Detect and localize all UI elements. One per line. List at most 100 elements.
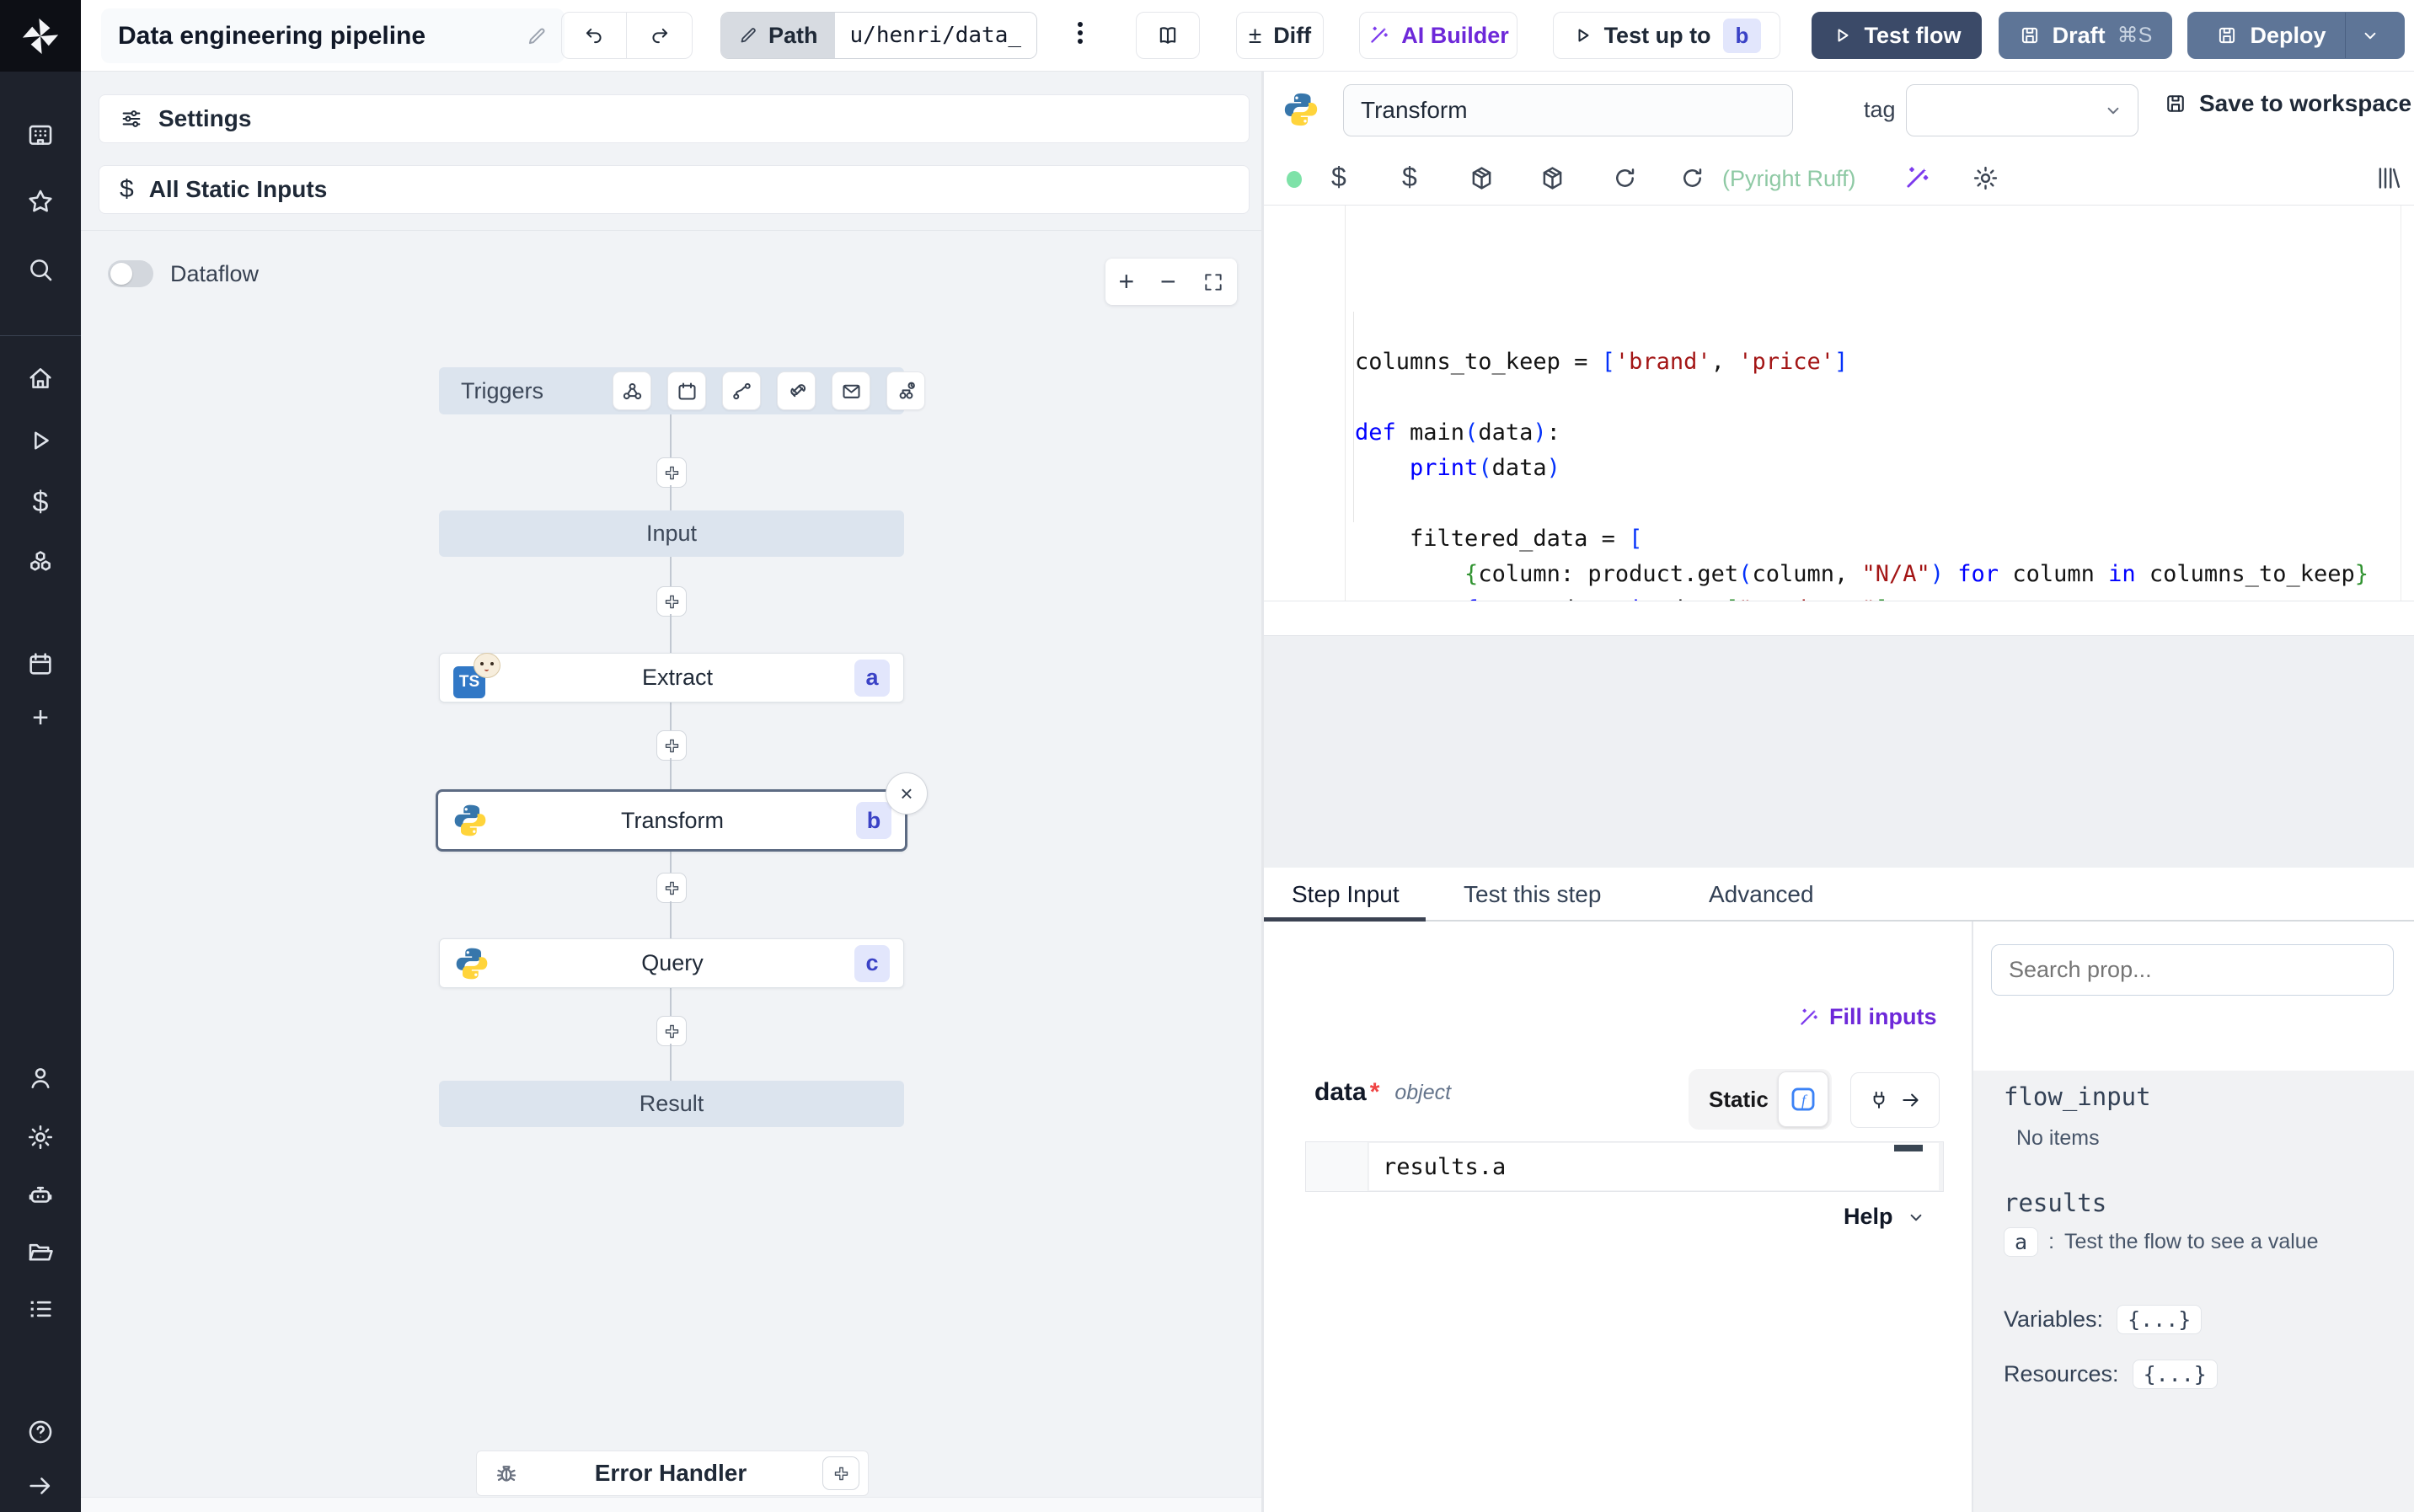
email-trigger-icon[interactable] [832, 371, 871, 410]
result-row[interactable]: a : Test the flow to see a value [2004, 1227, 2319, 1257]
path-label: Path [768, 22, 818, 48]
user-icon[interactable] [22, 1060, 59, 1097]
tab-advanced[interactable]: Advanced [1709, 881, 1814, 908]
code-editor[interactable]: columns_to_keep = ['brand', 'price'] def… [1264, 206, 2414, 729]
schedule-trigger-icon[interactable] [667, 371, 707, 410]
help-label: Help [1844, 1204, 1893, 1229]
diff-button[interactable]: ± Diff [1236, 12, 1324, 59]
undo-button[interactable] [562, 13, 627, 58]
test-up-to-button[interactable]: Test up to b [1553, 12, 1780, 59]
resources-cubes-icon[interactable] [22, 544, 59, 581]
fit-view-icon[interactable] [1202, 271, 1224, 293]
deploy-button[interactable]: Deploy [2197, 13, 2344, 58]
input-node[interactable]: Input [439, 510, 904, 557]
tab-test-this-step[interactable]: Test this step [1464, 881, 1601, 908]
step-tabs: Step Input Test this step Advanced [1264, 868, 2414, 922]
results-heading[interactable]: results [2004, 1189, 2106, 1217]
add-error-handler-button[interactable] [822, 1456, 859, 1490]
expression-content[interactable]: results.a [1369, 1143, 1939, 1190]
windmill-logo[interactable] [0, 0, 81, 72]
websocket-plug-trigger-icon[interactable] [777, 371, 816, 410]
variables-object-badge[interactable]: {...} [2117, 1305, 2203, 1334]
triggers-node[interactable]: Triggers [439, 367, 926, 414]
fill-inputs-button[interactable]: Fill inputs [1797, 1004, 1937, 1030]
delete-step-close-icon[interactable]: × [886, 772, 928, 815]
resources-object-badge[interactable]: {...} [2132, 1360, 2218, 1389]
flow-input-heading[interactable]: flow_input [2004, 1082, 2151, 1111]
route-trigger-icon[interactable] [722, 371, 762, 410]
package-icon[interactable] [1539, 164, 1566, 192]
library-icon[interactable] [2374, 164, 2402, 192]
edit-title-pencil-icon[interactable] [526, 25, 548, 47]
help-toggle[interactable]: Help [1844, 1204, 1927, 1230]
error-handler-node[interactable]: Error Handler [476, 1451, 869, 1496]
poll-watch-trigger-icon[interactable] [886, 371, 926, 410]
add-step-button[interactable] [656, 457, 687, 488]
more-kebab-icon[interactable] [1078, 19, 1083, 47]
resources-dollar-icon[interactable]: $ [1402, 162, 1417, 193]
draft-button[interactable]: Draft ⌘S [1999, 12, 2172, 59]
result-node[interactable]: Result [439, 1081, 904, 1127]
runs-icon[interactable] [22, 422, 59, 459]
folders-icon[interactable] [22, 1233, 59, 1270]
zoom-in-icon[interactable]: + [1118, 266, 1134, 297]
add-step-button[interactable] [656, 730, 687, 761]
ai-builder-button[interactable]: AI Builder [1359, 12, 1517, 59]
add-icon[interactable]: + [22, 699, 59, 736]
package-icon[interactable] [1468, 164, 1496, 192]
webhook-trigger-icon[interactable] [613, 371, 652, 410]
path-control[interactable]: Path u/henri/data_ [720, 12, 1038, 59]
collapse-arrow-icon[interactable] [22, 1467, 59, 1504]
step-name-input[interactable] [1343, 84, 1793, 136]
workspace-icon[interactable] [22, 116, 59, 153]
step-node-query[interactable]: Query c [439, 938, 904, 988]
redo-button[interactable] [627, 13, 692, 58]
home-icon[interactable] [22, 360, 59, 397]
step-node-extract[interactable]: TS Extract a [439, 652, 904, 703]
all-static-inputs-card[interactable]: $ All Static Inputs [99, 165, 1250, 214]
docs-book-button[interactable] [1136, 12, 1200, 59]
add-step-button[interactable] [656, 1016, 687, 1046]
ai-wand-icon[interactable] [1903, 164, 1930, 192]
step-node-transform-selected[interactable]: Transform b [436, 789, 907, 852]
settings-gear-icon[interactable] [22, 1119, 59, 1156]
logs-list-icon[interactable] [22, 1290, 59, 1328]
add-step-button[interactable] [656, 873, 687, 903]
dataflow-toggle[interactable] [108, 260, 153, 287]
play-icon [1572, 25, 1592, 45]
schedules-calendar-icon[interactable] [22, 645, 59, 682]
help-icon[interactable] [22, 1413, 59, 1451]
deploy-dropdown-chevron-icon[interactable] [2346, 13, 2395, 58]
javascript-expr-mode-button[interactable]: f [1778, 1071, 1828, 1127]
flow-settings-card[interactable]: Settings [99, 94, 1250, 143]
save-to-workspace-button[interactable]: Save to workspace [2164, 90, 2411, 117]
resources-row[interactable]: Resources: {...} [2004, 1360, 2218, 1389]
favorites-star-icon[interactable] [22, 183, 59, 220]
search-prop-input[interactable] [1991, 944, 2394, 996]
fill-inputs-label: Fill inputs [1829, 1004, 1937, 1029]
result-key-badge[interactable]: a [2004, 1227, 2039, 1257]
canvas-scrollbar-track[interactable] [81, 1497, 1261, 1512]
reload-icon[interactable] [1678, 164, 1706, 192]
ai-robot-icon[interactable] [22, 1176, 59, 1213]
python-icon [453, 945, 490, 982]
expression-editor[interactable]: results.a [1305, 1141, 1944, 1192]
connect-input-button[interactable] [1850, 1072, 1940, 1128]
tag-select[interactable] [1906, 84, 2138, 136]
flow-title-box[interactable]: Data engineering pipeline [101, 8, 565, 63]
add-step-button[interactable] [656, 586, 687, 617]
zoom-out-icon[interactable]: − [1160, 266, 1176, 297]
variables-label: Variables: [2004, 1306, 2104, 1332]
editor-footer-strip [1264, 601, 2414, 636]
search-icon[interactable] [22, 251, 59, 288]
svg-text:f: f [1801, 1092, 1808, 1109]
flow-title: Data engineering pipeline [118, 21, 426, 50]
variables-dollar-icon[interactable]: $ [1331, 162, 1346, 193]
editor-settings-gear-icon[interactable] [1972, 164, 1999, 192]
variables-icon[interactable]: $ [22, 484, 59, 521]
step-id-badge: b [856, 802, 891, 839]
tab-step-input[interactable]: Step Input [1292, 881, 1400, 908]
test-flow-button[interactable]: Test flow [1812, 12, 1982, 59]
variables-row[interactable]: Variables: {...} [2004, 1305, 2203, 1334]
reload-icon[interactable] [1611, 164, 1639, 192]
